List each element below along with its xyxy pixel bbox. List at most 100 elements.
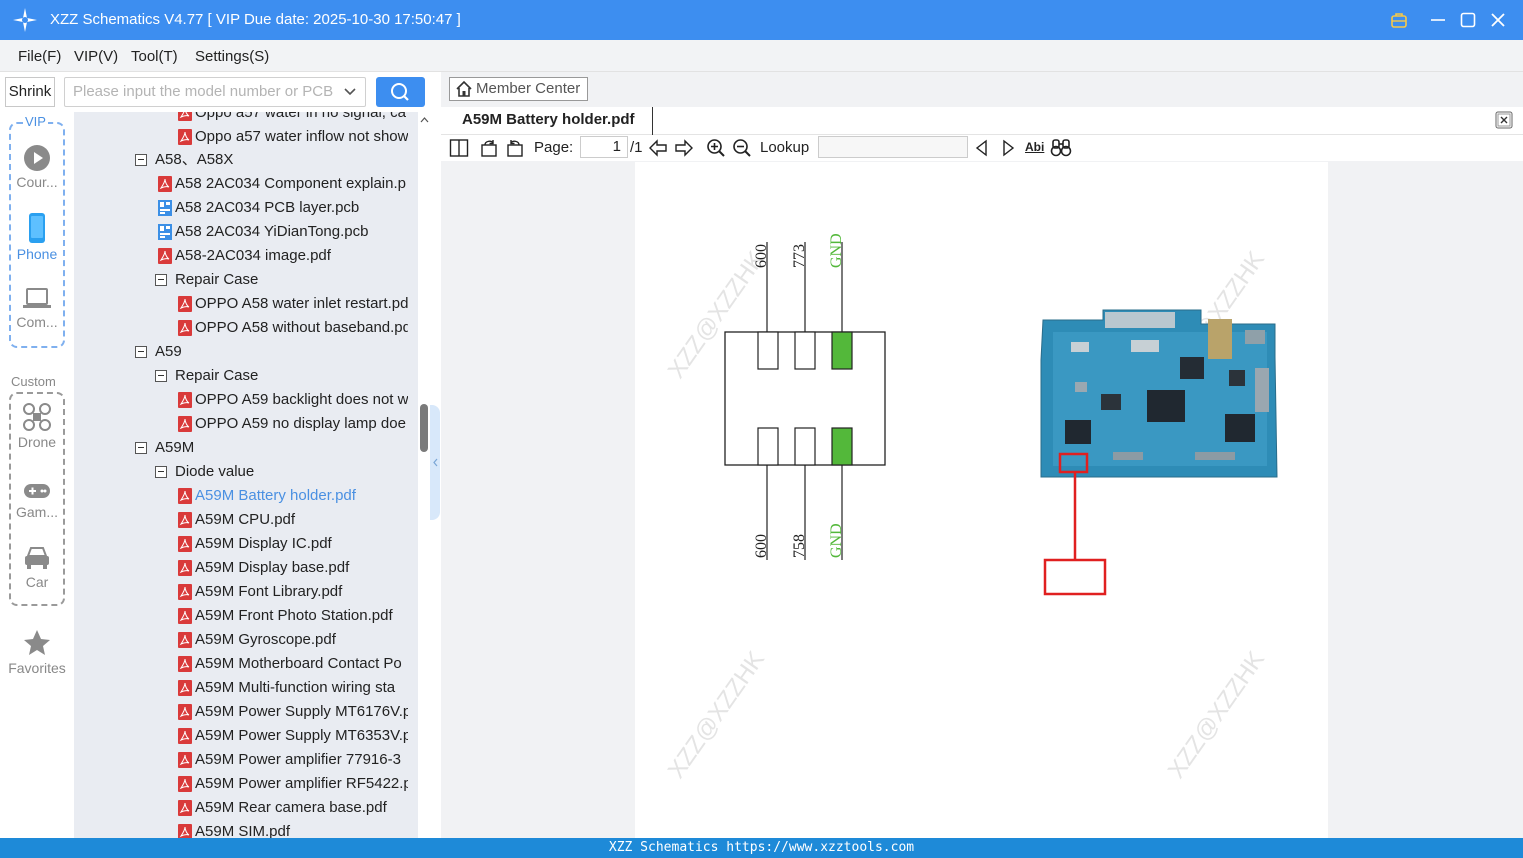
tree-item[interactable]: A58 2AC034 YiDianTong.pcb xyxy=(158,220,408,244)
pdf-icon xyxy=(178,320,192,336)
star-icon xyxy=(24,630,50,655)
lookup-input[interactable] xyxy=(818,136,968,158)
tree-item[interactable]: A59M Power amplifier 77916-3 xyxy=(178,748,408,772)
pdf-icon xyxy=(178,728,192,744)
shrink-button[interactable]: Shrink xyxy=(5,77,55,107)
nav-phone-label: Phone xyxy=(16,246,58,262)
menu-vip[interactable]: VIP(V) xyxy=(74,48,118,65)
pdf-icon xyxy=(178,608,192,624)
tree-item[interactable]: A59M Multi-function wiring sta xyxy=(178,676,408,700)
pin-label-gnd: GND xyxy=(828,233,845,268)
pad-gnd xyxy=(831,427,853,466)
prev-page-icon[interactable] xyxy=(648,138,668,162)
collapse-toggle-icon[interactable] xyxy=(135,442,147,454)
close-tab-icon[interactable] xyxy=(1495,111,1513,132)
member-center-label: Member Center xyxy=(476,80,581,97)
chevron-down-icon[interactable] xyxy=(343,78,357,106)
panel-collapse-handle[interactable] xyxy=(430,405,440,520)
tree-item[interactable]: A58 2AC034 Component explain.p xyxy=(158,172,408,196)
vip-bag-icon[interactable] xyxy=(1386,7,1412,33)
pin-label: 773 xyxy=(791,244,808,268)
model-search-input[interactable]: Please input the model number or PCB xyxy=(64,77,366,107)
rotate-right-icon[interactable] xyxy=(505,138,525,162)
tree-item[interactable]: A59M Front Photo Station.pdf xyxy=(178,604,408,628)
nav-computer-label: Com... xyxy=(16,314,58,330)
nav-course[interactable]: Cour... xyxy=(0,144,74,190)
pin-label: 600 xyxy=(753,244,770,268)
tree-folder[interactable]: A58、A58X xyxy=(135,148,408,172)
tree-item[interactable]: OPPO A58 without baseband.pd xyxy=(178,316,408,340)
search-button[interactable] xyxy=(376,77,425,107)
pdf-icon xyxy=(158,176,172,192)
tree-item-selected[interactable]: A59M Battery holder.pdf xyxy=(178,484,408,508)
tree-item[interactable]: A59M Power amplifier RF5422.p xyxy=(178,772,408,796)
nav-favorites[interactable]: Favorites xyxy=(0,628,74,676)
pin-label-gnd: GND xyxy=(828,523,845,558)
pin-label: 600 xyxy=(753,534,770,558)
tree-folder[interactable]: Diode value xyxy=(155,460,408,484)
zoom-out-icon[interactable] xyxy=(732,138,752,162)
tree-item[interactable]: A59M Gyroscope.pdf xyxy=(178,628,408,652)
tree-item[interactable]: OPPO A59 no display lamp doe xyxy=(178,412,408,436)
custom-group-label: Custom xyxy=(9,374,58,389)
tree-folder[interactable]: A59 xyxy=(135,340,408,364)
tree-item[interactable]: A59M Power Supply MT6176V.p xyxy=(178,700,408,724)
tree-item[interactable]: A59M Font Library.pdf xyxy=(178,580,408,604)
marker-label-box xyxy=(1043,558,1107,596)
tree-item[interactable]: OPPO A59 backlight does not w xyxy=(178,388,408,412)
page-number-input[interactable]: 1 xyxy=(580,136,628,158)
member-center-button[interactable]: Member Center xyxy=(449,77,588,101)
nav-computer[interactable]: Com... xyxy=(0,286,74,330)
rotate-left-icon[interactable] xyxy=(479,138,499,162)
status-bar: XZZ Schematics https://www.xzztools.com xyxy=(0,838,1523,858)
nav-course-label: Cour... xyxy=(16,174,58,190)
tree-item[interactable]: Oppo a57 water in no signal, ca xyxy=(178,112,408,125)
tree-folder[interactable]: A59M xyxy=(135,436,408,460)
category-nav: VIP Cour... Phone Com... Custom Drone Ga… xyxy=(0,112,74,838)
pdf-icon xyxy=(178,656,192,672)
find-prev-icon[interactable] xyxy=(974,138,990,162)
tree-item[interactable]: A59M Display IC.pdf xyxy=(178,532,408,556)
find-next-icon[interactable] xyxy=(1000,138,1016,162)
laptop-icon xyxy=(23,288,51,308)
match-case-toggle[interactable]: Abi xyxy=(1025,140,1044,154)
collapse-toggle-icon[interactable] xyxy=(135,346,147,358)
lookup-label: Lookup xyxy=(760,139,810,156)
tree-item[interactable]: A59M CPU.pdf xyxy=(178,508,408,532)
tree-item[interactable]: A59M SIM.pdf xyxy=(178,820,408,838)
tree-item[interactable]: A58-2AC034 image.pdf xyxy=(158,244,408,268)
vip-group-label: VIP xyxy=(23,114,48,129)
pdf-icon xyxy=(178,632,192,648)
collapse-toggle-icon[interactable] xyxy=(155,370,167,382)
minimize-button[interactable] xyxy=(1425,7,1451,33)
tree-item[interactable]: A58 2AC034 PCB layer.pcb xyxy=(158,196,408,220)
tree-item[interactable]: OPPO A58 water inlet restart.pd xyxy=(178,292,408,316)
tree-item[interactable]: Oppo a57 water inflow not show xyxy=(178,125,408,149)
nav-phone[interactable]: Phone xyxy=(0,212,74,262)
tree-folder[interactable]: Repair Case xyxy=(155,364,408,388)
tree-item[interactable]: A59M Power Supply MT6353V.p xyxy=(178,724,408,748)
nav-car-label: Car xyxy=(25,574,49,590)
menu-settings[interactable]: Settings(S) xyxy=(195,48,269,65)
collapse-toggle-icon[interactable] xyxy=(135,154,147,166)
nav-game[interactable]: Gam... xyxy=(0,480,74,520)
binoculars-icon[interactable] xyxy=(1050,138,1072,162)
tab-battery-holder[interactable]: A59M Battery holder.pdf xyxy=(451,107,653,135)
tree-folder[interactable]: Repair Case xyxy=(155,268,408,292)
two-page-icon[interactable] xyxy=(449,138,469,162)
tree-item[interactable]: A59M Display base.pdf xyxy=(178,556,408,580)
tree-item[interactable]: A59M Rear camera base.pdf xyxy=(178,796,408,820)
menu-tool[interactable]: Tool(T) xyxy=(131,48,178,65)
nav-car[interactable]: Car xyxy=(0,544,74,590)
maximize-button[interactable] xyxy=(1455,7,1481,33)
close-button[interactable] xyxy=(1485,7,1511,33)
nav-drone[interactable]: Drone xyxy=(0,402,74,450)
menu-bar: File(F) VIP(V) Tool(T) Settings(S) xyxy=(0,40,1523,72)
zoom-in-icon[interactable] xyxy=(706,138,726,162)
next-page-icon[interactable] xyxy=(674,138,694,162)
tree-item[interactable]: A59M Motherboard Contact Po xyxy=(178,652,408,676)
collapse-toggle-icon[interactable] xyxy=(155,466,167,478)
menu-file[interactable]: File(F) xyxy=(18,48,61,65)
collapse-toggle-icon[interactable] xyxy=(155,274,167,286)
pdf-icon xyxy=(178,488,192,504)
